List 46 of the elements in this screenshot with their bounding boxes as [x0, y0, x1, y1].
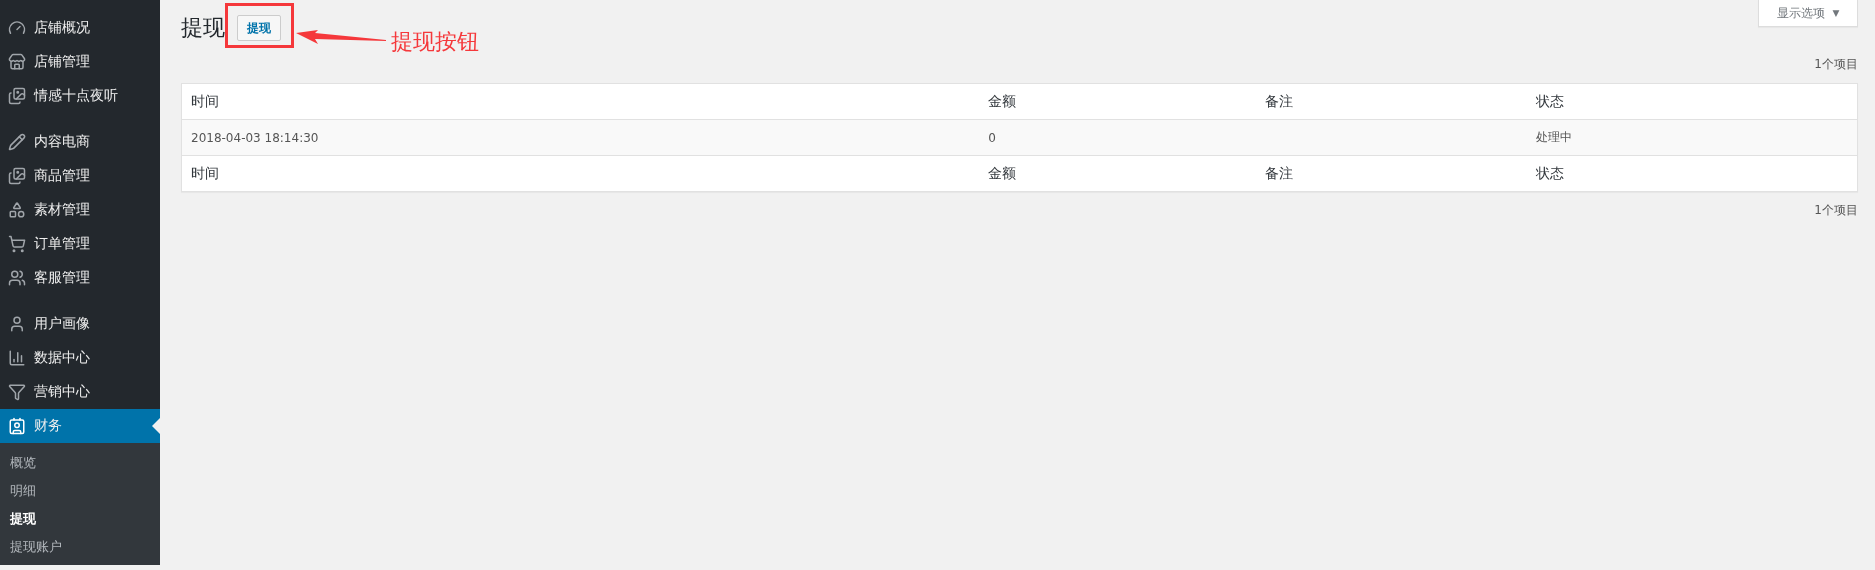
column-header: 备注 — [1263, 92, 1294, 111]
cart-icon — [8, 235, 26, 253]
person-icon — [8, 315, 26, 333]
item-count: 1个项目 — [1814, 202, 1858, 219]
column-footer: 状态 — [1527, 164, 1857, 183]
menu-item[interactable]: 用户画像 — [0, 307, 160, 341]
annotation-label: 提现按钮 — [391, 28, 479, 56]
images-icon — [8, 87, 26, 105]
menu-item[interactable]: 数据中心 — [0, 341, 160, 375]
table-cell-text: 0 — [987, 130, 997, 145]
menu-item[interactable]: 素材管理 — [0, 193, 160, 227]
shapes-icon — [8, 201, 26, 219]
column-footer: 时间 — [182, 164, 980, 183]
column-header: 金额 — [987, 92, 1018, 111]
menu-item[interactable]: 店铺管理 — [0, 45, 160, 79]
menu-item[interactable]: 财务 — [0, 409, 160, 443]
item-count: 1个项目 — [1814, 56, 1858, 73]
page-title: 提现 — [181, 14, 225, 42]
store-icon — [8, 53, 26, 71]
menu-item[interactable]: 营销中心 — [0, 375, 160, 409]
menu-item[interactable]: 商品管理 — [0, 159, 160, 193]
bar-chart-icon — [8, 349, 26, 367]
gauge-icon — [8, 19, 26, 37]
menu-item[interactable]: 订单管理 — [0, 227, 160, 261]
column-header: 时间 — [190, 92, 220, 111]
column-footer: 金额 — [979, 164, 1256, 183]
people-icon — [8, 269, 26, 287]
submenu-item[interactable]: 提现 — [0, 505, 160, 533]
submenu-item[interactable]: 明细 — [0, 477, 160, 505]
menu-item[interactable]: 内容电商 — [0, 125, 160, 159]
menu-item[interactable]: 情感十点夜听 — [0, 79, 160, 113]
card-icon — [8, 417, 26, 435]
submenu-item[interactable]: 概览 — [0, 449, 160, 477]
table-cell-text: 处理中 — [1535, 129, 1573, 146]
menu-item[interactable]: 店铺概况 — [0, 11, 160, 45]
column-footer: 备注 — [1255, 164, 1527, 183]
funnel-icon — [8, 383, 26, 401]
screen-options-button[interactable]: 显示选项 ▼ — [1758, 0, 1858, 27]
highlight-frame — [225, 3, 294, 48]
table-cell-text: 2018-04-03 18:14:30 — [190, 130, 320, 145]
column-header: 状态 — [1535, 92, 1565, 111]
withdraw-button[interactable]: 提现 — [237, 15, 281, 41]
pencil-icon — [8, 133, 26, 151]
menu-item[interactable]: 客服管理 — [0, 261, 160, 295]
submenu-item[interactable]: 提现账户 — [0, 533, 160, 561]
images-icon — [8, 167, 26, 185]
